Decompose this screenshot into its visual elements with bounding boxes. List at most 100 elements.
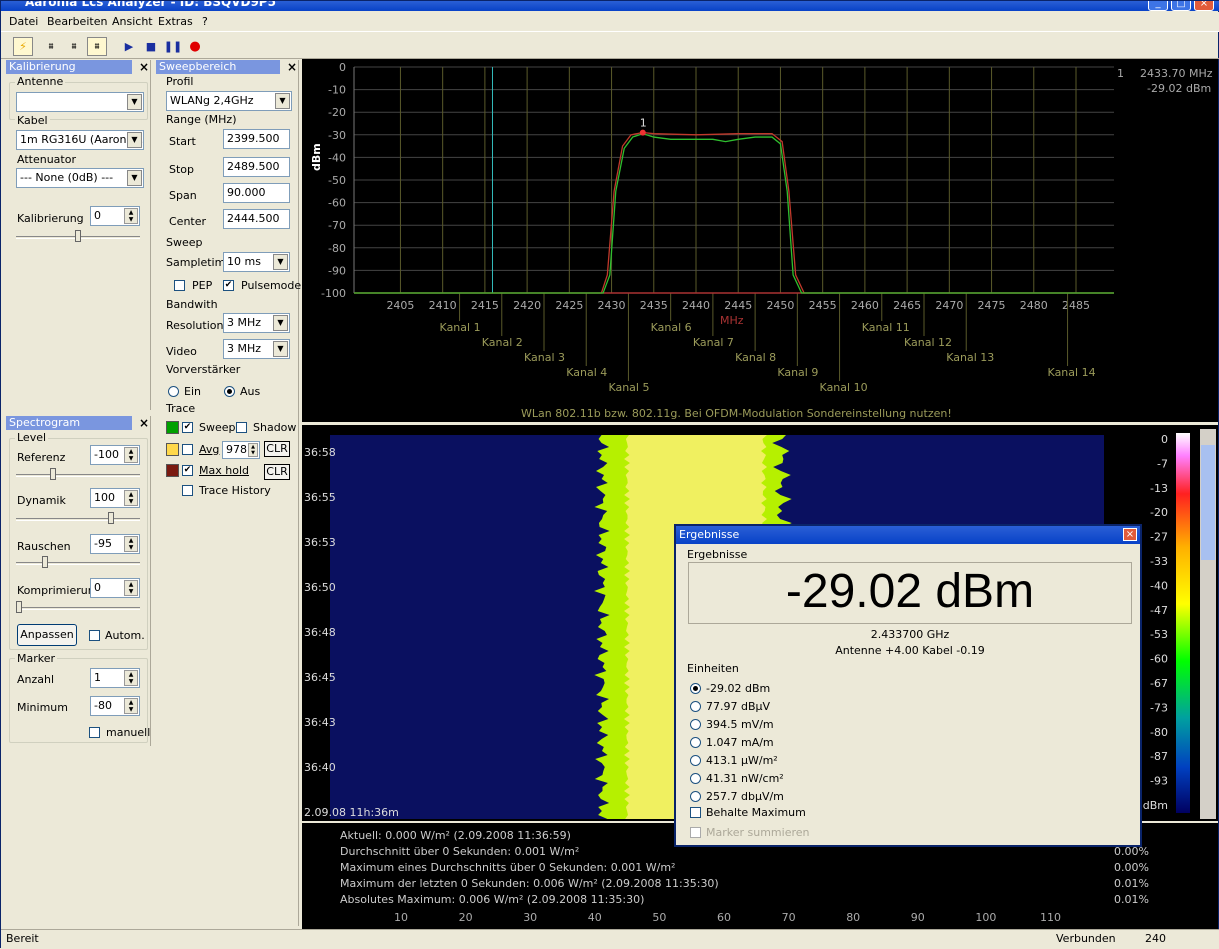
manuell-label: manuell — [106, 726, 151, 739]
spin-arrows-icon[interactable]: ▲ ▼ — [248, 443, 258, 457]
attenuator-select[interactable]: --- None (0dB) --- ▼ — [16, 168, 144, 188]
dialog-close-icon[interactable]: × — [1123, 528, 1137, 541]
pause-icon[interactable]: ❚❚ — [163, 37, 183, 56]
menu-bearbeiten[interactable]: Bearbeiten — [47, 15, 107, 28]
spectrum-mode-icon[interactable]: ⩩ — [64, 37, 84, 56]
avg-color-swatch[interactable] — [166, 443, 179, 456]
spin-arrows-icon[interactable]: ▲ ▼ — [124, 447, 138, 463]
x-tick-label: 2410 — [429, 299, 457, 312]
title-bar[interactable]: Aaronia Lcs Analyzer - ID: BSQVD9P5 _ □ … — [1, 1, 1219, 11]
avg-clr-button[interactable]: CLR — [264, 441, 290, 457]
menu-help[interactable]: ? — [202, 15, 208, 28]
unit-label: 257.7 dbµV/m — [706, 790, 784, 803]
profil-select[interactable]: WLANg 2,4GHz ▼ — [166, 91, 292, 111]
menu-ansicht[interactable]: Ansicht — [112, 15, 153, 28]
time-axis-tick: 50 — [652, 911, 667, 924]
slider-thumb[interactable] — [50, 468, 56, 480]
ein-radio[interactable] — [168, 386, 179, 397]
referenz-slider[interactable] — [16, 468, 140, 482]
kabel-select[interactable]: 1m RG316U (Aaronia... ▼ — [16, 130, 144, 150]
shadow-checkbox[interactable] — [236, 422, 247, 433]
rauschen-slider[interactable] — [16, 556, 140, 570]
sweep-color-swatch[interactable] — [166, 421, 179, 434]
autom-checkbox[interactable] — [89, 630, 100, 641]
stop-icon[interactable]: ■ — [141, 37, 161, 56]
maxhold-checkbox[interactable]: ✔ — [182, 465, 193, 476]
manuell-checkbox[interactable] — [89, 727, 100, 738]
sampletime-select[interactable]: 10 ms ▼ — [223, 252, 290, 272]
unit-label: 41.31 nW/cm² — [706, 772, 784, 785]
unit-radio[interactable] — [690, 701, 701, 712]
aus-radio[interactable] — [224, 386, 235, 397]
maxhold-color-swatch[interactable] — [166, 464, 179, 477]
spin-arrows-icon[interactable]: ▲ ▼ — [124, 490, 138, 506]
avg-checkbox[interactable] — [182, 444, 193, 455]
dynamik-slider[interactable] — [16, 512, 140, 526]
status-text: Bereit — [6, 932, 39, 945]
kalibrierung-spinner[interactable]: 0 ▲ ▼ — [90, 206, 140, 226]
spin-arrows-icon[interactable]: ▲ ▼ — [124, 536, 138, 552]
kalibrierung-slider[interactable] — [16, 230, 140, 244]
maxhold-clr-button[interactable]: CLR — [264, 464, 290, 480]
unit-radio[interactable] — [690, 719, 701, 730]
unit-radio[interactable] — [690, 683, 701, 694]
connect-icon[interactable]: ⚡ — [13, 37, 33, 56]
behalte-maximum-checkbox[interactable] — [690, 807, 701, 818]
rauschen-spinner[interactable]: -95 ▲ ▼ — [90, 534, 140, 554]
record-icon[interactable]: ● — [185, 37, 205, 56]
unit-radio[interactable] — [690, 755, 701, 766]
menu-extras[interactable]: Extras — [158, 15, 193, 28]
maximize-button[interactable]: □ — [1171, 1, 1191, 11]
scale-label: -7 — [1157, 457, 1168, 470]
bandwidth-label: Bandwith — [164, 298, 220, 311]
spectrum-chart[interactable]: 0 -10 -20 -30 -40 -50 -60 -70 -80 -90 -100 2405 2410… — [302, 59, 1218, 422]
antenne-select[interactable]: ▼ — [16, 92, 144, 112]
slider-thumb[interactable] — [75, 230, 81, 242]
dynamik-spinner[interactable]: 100 ▲ ▼ — [90, 488, 140, 508]
unit-radio[interactable] — [690, 773, 701, 784]
unit-radio[interactable] — [690, 737, 701, 748]
stop-input[interactable]: 2489.500 — [223, 157, 290, 177]
pep-checkbox[interactable] — [174, 280, 185, 291]
marker-readout-index: 1 — [1117, 67, 1124, 80]
center-input[interactable]: 2444.500 — [223, 209, 290, 229]
slider-thumb[interactable] — [16, 601, 22, 613]
span-input[interactable]: 90.000 — [223, 183, 290, 203]
play-icon[interactable]: ▶ — [119, 37, 139, 56]
minimize-button[interactable]: _ — [1148, 1, 1168, 11]
slider-thumb[interactable] — [42, 556, 48, 568]
referenz-spinner[interactable]: -100 ▲ ▼ — [90, 445, 140, 465]
kanal-label: Kanal 11 — [862, 321, 910, 334]
spin-arrows-icon[interactable]: ▲ ▼ — [124, 698, 138, 714]
unit-radio[interactable] — [690, 791, 701, 802]
anpassen-button[interactable]: Anpassen — [17, 624, 77, 646]
waterfall-mode-icon[interactable]: ⩩ — [87, 37, 107, 56]
sweep-checkbox[interactable]: ✔ — [182, 422, 193, 433]
menu-bar: Datei Bearbeiten Ansicht Extras ? — [1, 12, 1219, 32]
spin-arrows-icon[interactable]: ▲ ▼ — [124, 670, 138, 686]
spin-arrows-icon[interactable]: ▲ ▼ — [124, 580, 138, 596]
minimum-label: Minimum — [17, 701, 68, 714]
close-button[interactable]: × — [1194, 1, 1214, 11]
pulsemode-checkbox[interactable]: ✔ — [223, 280, 234, 291]
minimum-spinner[interactable]: -80 ▲ ▼ — [90, 696, 140, 716]
spin-arrows-icon[interactable]: ▲ ▼ — [124, 208, 138, 224]
kalibrierung-close-icon[interactable]: × — [139, 60, 149, 74]
menu-datei[interactable]: Datei — [9, 15, 38, 28]
start-input[interactable]: 2399.500 — [223, 129, 290, 149]
einheiten-label: Einheiten — [685, 662, 741, 675]
resolution-select[interactable]: 3 MHz ▼ — [223, 313, 290, 333]
sweep-mode-icon[interactable]: ⩩ — [41, 37, 61, 56]
trace-history-checkbox[interactable] — [182, 485, 193, 496]
ergebnisse-title[interactable]: Ergebnisse — [676, 526, 1140, 544]
video-select[interactable]: 3 MHz ▼ — [223, 339, 290, 359]
sweepbereich-close-icon[interactable]: × — [287, 60, 297, 74]
kanal-label: Kanal 6 — [651, 321, 692, 334]
profil-value: WLANg 2,4GHz — [170, 94, 254, 107]
anzahl-spinner[interactable]: 1 ▲ ▼ — [90, 668, 140, 688]
spectrogram-close-icon[interactable]: × — [139, 416, 149, 430]
komprimierung-slider[interactable] — [16, 601, 140, 615]
slider-thumb[interactable] — [108, 512, 114, 524]
komprimierung-spinner[interactable]: 0 ▲ ▼ — [90, 578, 140, 598]
avg-spinner[interactable]: 978 ▲ ▼ — [222, 441, 260, 459]
